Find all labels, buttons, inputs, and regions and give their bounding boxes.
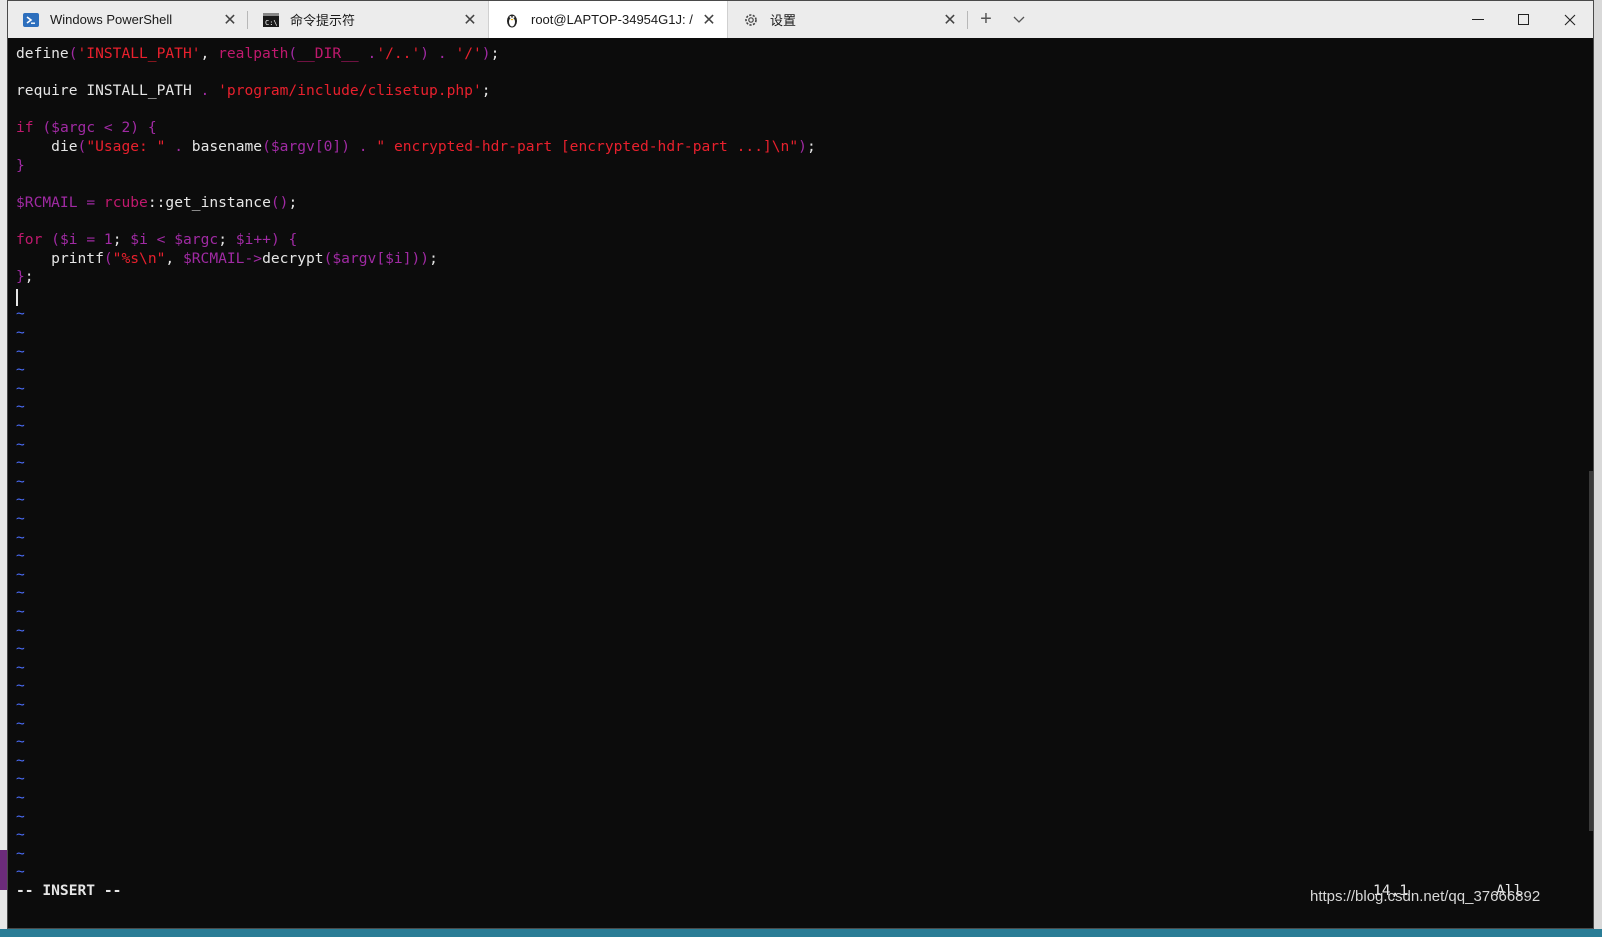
tab-close-icon[interactable]: ✕ [936, 10, 964, 30]
vim-tilde-marker: ~ [16, 714, 25, 732]
vim-tilde-marker: ~ [16, 844, 25, 862]
vim-tilde-marker: ~ [16, 435, 25, 453]
vim-tilde-marker: ~ [16, 361, 25, 379]
terminal-window: Windows PowerShell ✕ C:\ 命令提示符 ✕ root@LA… [7, 0, 1594, 929]
vim-tilde-marker: ~ [16, 789, 25, 806]
tab-close-icon[interactable]: ✕ [456, 10, 484, 30]
vim-tilde-marker: ~ [16, 677, 25, 695]
tab-label: 设置 [770, 13, 797, 28]
terminal-scrollbar[interactable] [1589, 471, 1593, 831]
vim-tilde-marker: ~ [16, 696, 25, 713]
close-window-button[interactable] [1547, 1, 1593, 38]
text-cursor [16, 289, 18, 306]
gear-icon [742, 11, 760, 29]
code-line: define('INSTALL_PATH', realpath(__DIR__ … [16, 45, 500, 62]
vim-tilde-marker: ~ [16, 751, 25, 769]
vim-tilde-marker: ~ [16, 826, 25, 844]
maximize-button[interactable] [1501, 1, 1547, 38]
tab-dropdown-button[interactable] [1004, 1, 1034, 38]
code-line: $RCMAIL = rcube::get_instance(); [16, 193, 298, 211]
linux-penguin-icon [503, 11, 521, 29]
desktop-background-right [1594, 0, 1602, 937]
vim-mode-indicator: -- INSERT -- [16, 882, 122, 899]
tab-bar: Windows PowerShell ✕ C:\ 命令提示符 ✕ root@LA… [8, 1, 1593, 38]
vim-tilde-marker: ~ [16, 733, 25, 751]
titlebar-drag-area[interactable] [1034, 1, 1455, 38]
vim-tilde-marker: ~ [16, 379, 25, 397]
maximize-icon [1518, 13, 1529, 25]
vim-tilde-marker: ~ [16, 770, 25, 788]
vim-tilde-marker: ~ [16, 863, 25, 881]
new-tab-button[interactable]: + [968, 1, 1004, 38]
tab-label: 命令提示符 [290, 13, 356, 28]
vim-tilde-marker: ~ [16, 584, 25, 602]
desktop-background-left [0, 0, 7, 937]
code-line: die("Usage: " . basename($argv[0]) . " e… [51, 138, 816, 155]
cmd-icon: C:\ [262, 11, 280, 29]
tab-label: root@LAPTOP-34954G1J: / [531, 12, 693, 27]
vim-tilde-marker: ~ [16, 528, 25, 546]
desktop-background-bottom [0, 929, 1602, 937]
tab-powershell[interactable]: Windows PowerShell ✕ [8, 1, 248, 38]
code-line: require INSTALL_PATH . 'program/include/… [16, 82, 491, 100]
code-line: }; [16, 268, 34, 286]
code-line: printf("%s\n", $RCMAIL->decrypt($argv[$i… [51, 249, 438, 267]
minimize-button[interactable] [1455, 1, 1501, 38]
watermark-url: https://blog.csdn.net/qq_37666892 [1310, 888, 1541, 905]
tab-cmd[interactable]: C:\ 命令提示符 ✕ [248, 1, 488, 38]
tab-close-icon[interactable]: ✕ [216, 10, 244, 30]
vim-tilde-marker: ~ [16, 603, 25, 620]
chevron-down-icon [1013, 16, 1025, 23]
minimize-icon [1472, 18, 1484, 20]
svg-text:C:\: C:\ [265, 19, 278, 27]
tab-label: Windows PowerShell [50, 12, 173, 27]
vim-tilde-marker: ~ [16, 472, 25, 490]
vim-tilde-marker: ~ [16, 491, 25, 509]
vim-tilde-marker: ~ [16, 398, 25, 416]
vim-tilde-marker: ~ [16, 807, 25, 825]
close-icon [1564, 14, 1576, 25]
code-line: if ($argc < 2) { [16, 119, 157, 137]
code-line: for ($i = 1; $i < $argc; $i++) { [16, 231, 298, 248]
terminal-content[interactable]: define('INSTALL_PATH', realpath(__DIR__ … [8, 38, 1593, 928]
vim-tilde-marker: ~ [16, 547, 25, 565]
vim-tilde-marker: ~ [16, 658, 25, 676]
vim-tilde-marker: ~ [16, 342, 25, 360]
tab-close-icon[interactable]: ✕ [695, 10, 723, 30]
vim-tilde-marker: ~ [16, 565, 25, 583]
vim-tilde-marker: ~ [16, 417, 25, 434]
vim-tilde-marker: ~ [16, 324, 25, 341]
tab-wsl-root[interactable]: root@LAPTOP-34954G1J: / ✕ [488, 1, 728, 38]
vim-tilde-marker: ~ [16, 305, 25, 323]
vim-tilde-marker: ~ [16, 621, 25, 639]
tab-separator [967, 11, 968, 29]
powershell-icon [22, 11, 40, 29]
tab-settings[interactable]: 设置 ✕ [728, 1, 968, 38]
vim-tilde-marker: ~ [16, 640, 25, 658]
vim-tilde-marker: ~ [16, 454, 25, 472]
vim-tilde-marker: ~ [16, 510, 25, 527]
code-line: } [16, 156, 25, 174]
